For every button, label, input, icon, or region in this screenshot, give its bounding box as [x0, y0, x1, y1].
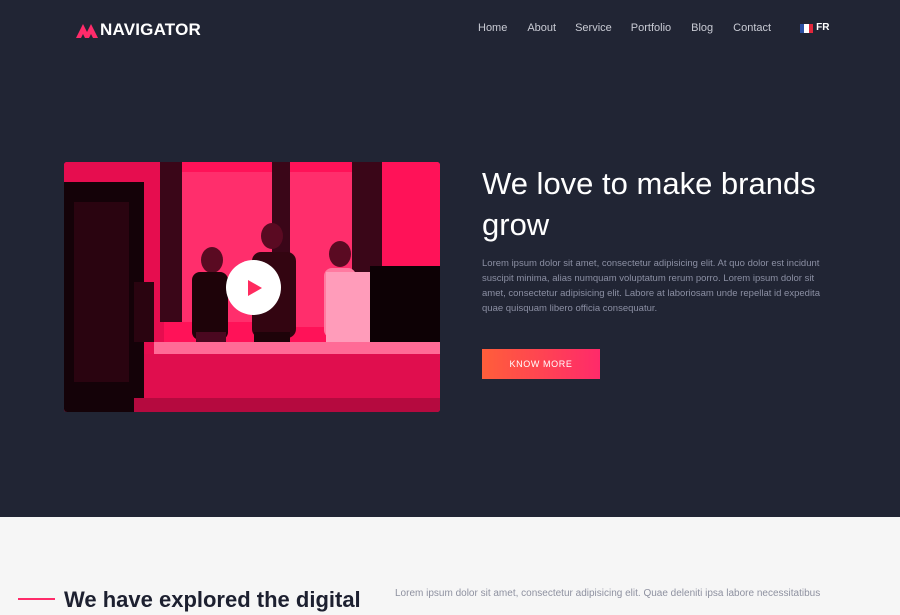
logo[interactable]: NAVIGATOR	[76, 19, 201, 41]
play-icon	[247, 279, 262, 296]
hero-title: We love to make brands grow	[482, 166, 816, 242]
language-switch[interactable]: FR	[800, 20, 829, 36]
language-label: FR	[816, 22, 830, 33]
nav-service[interactable]: Service	[575, 20, 612, 36]
main-nav: Home About Service Portfolio Blog Contac…	[478, 20, 829, 36]
logo-mark-icon	[76, 24, 98, 38]
hero-section: NAVIGATOR Home About Service Portfolio B…	[0, 0, 900, 517]
france-flag-icon	[800, 23, 814, 33]
hero-description: Lorem ipsum dolor sit amet, consectetur …	[482, 258, 820, 314]
nav-contact[interactable]: Contact	[733, 20, 771, 36]
logo-text: NAVIGATOR	[100, 20, 201, 39]
play-button[interactable]	[226, 260, 281, 315]
nav-about[interactable]: About	[527, 20, 556, 36]
nav-portfolio[interactable]: Portfolio	[631, 20, 671, 36]
nav-blog[interactable]: Blog	[691, 20, 713, 36]
know-more-button[interactable]: KNOW MORE	[482, 349, 600, 379]
section-title: We have explored the digital	[64, 587, 361, 612]
section-description: Lorem ipsum dolor sit amet, consectetur …	[395, 588, 821, 599]
nav-home[interactable]: Home	[478, 20, 507, 36]
